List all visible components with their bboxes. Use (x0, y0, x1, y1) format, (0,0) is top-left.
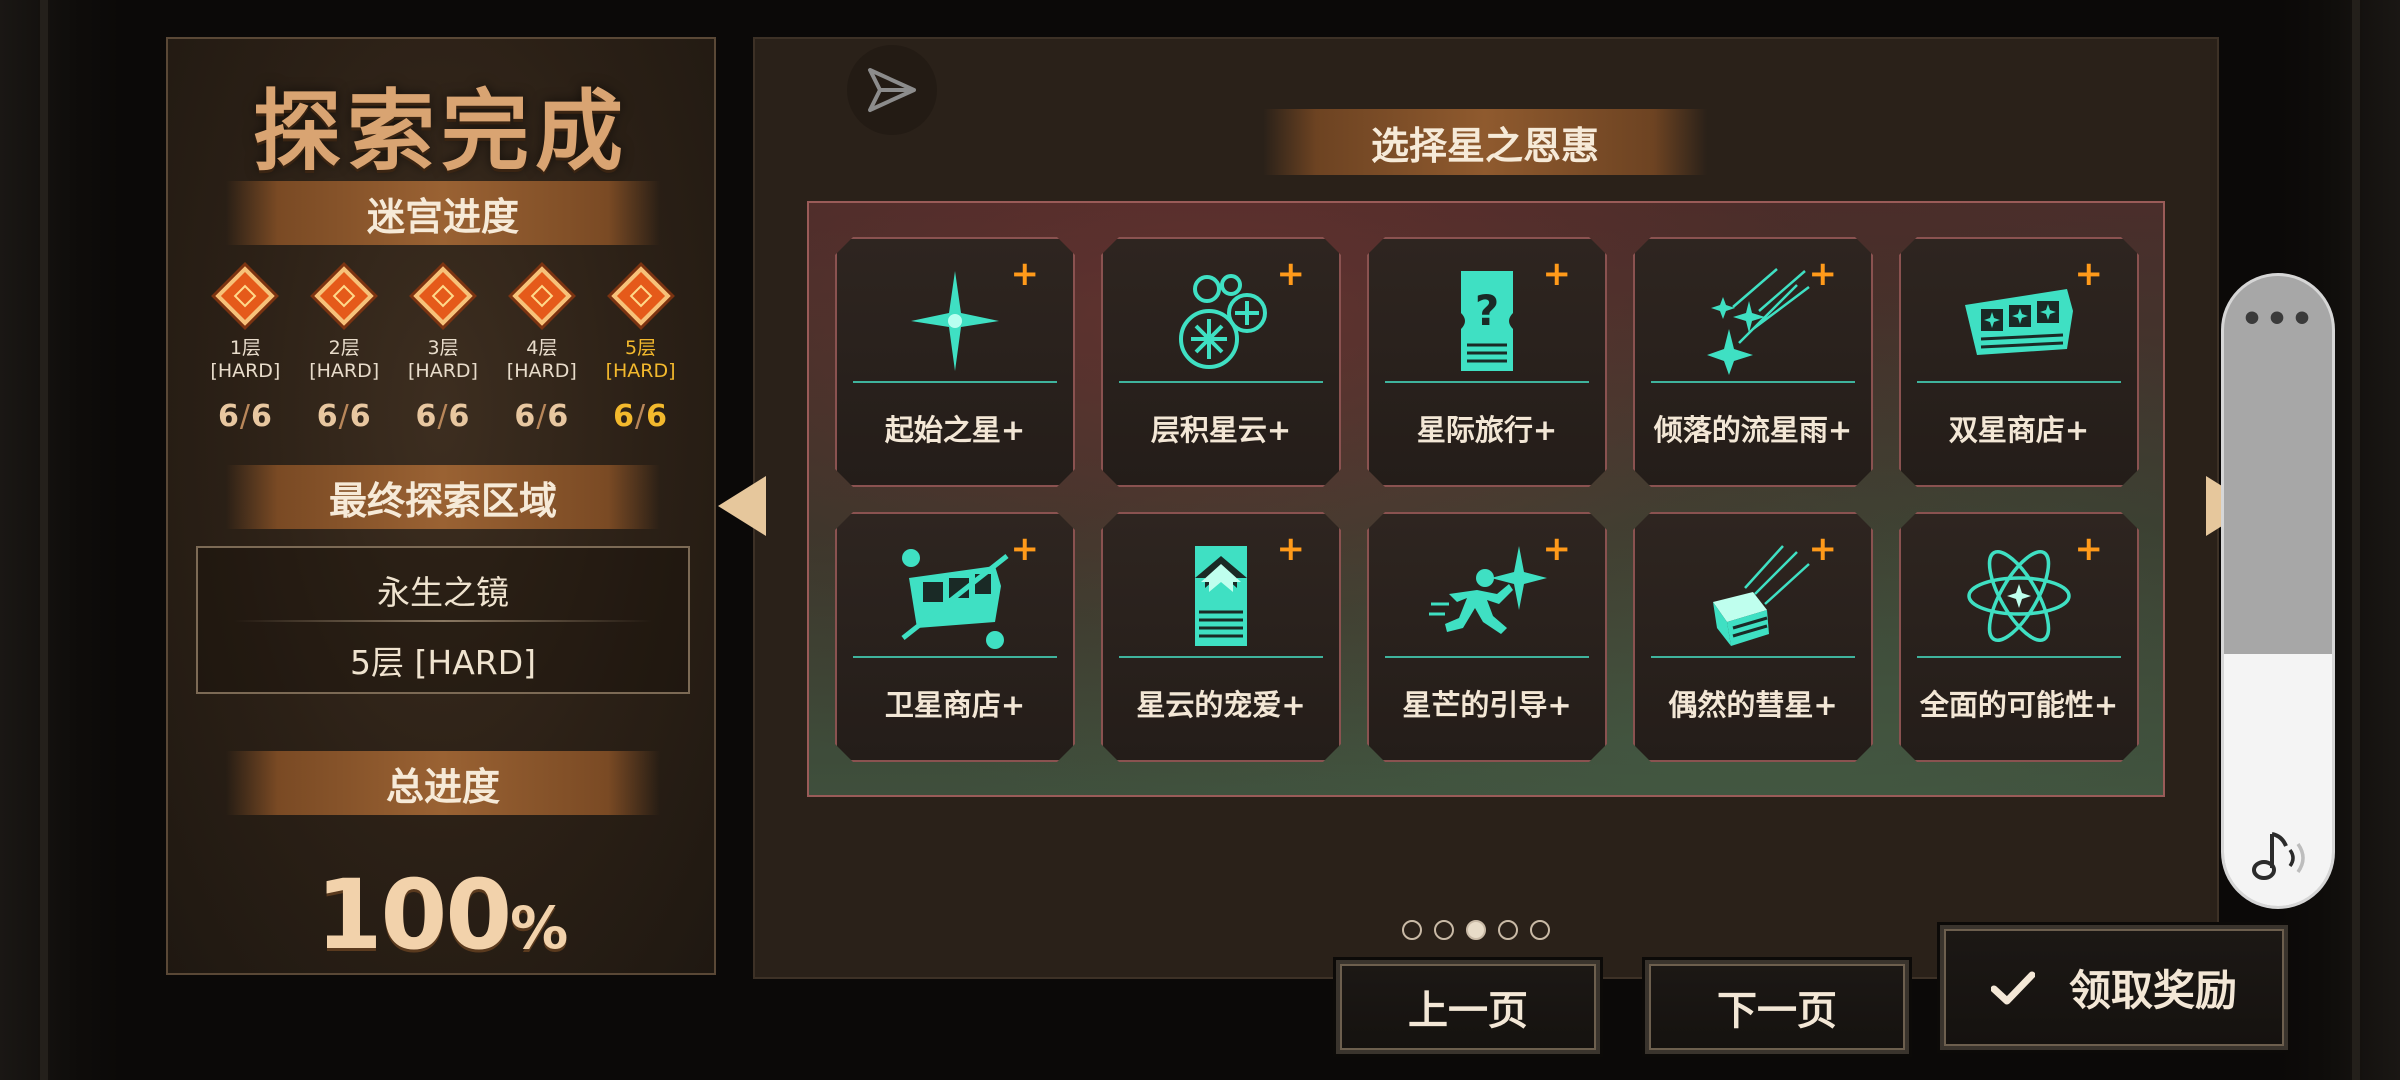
page-indicator (1402, 920, 1550, 940)
card-divider (853, 381, 1057, 383)
area-divider (234, 620, 652, 622)
panel-title: 探索完成 (252, 80, 629, 183)
blessing-card[interactable]: + 星芒的引导+ (1367, 512, 1607, 762)
running-star-icon (1427, 542, 1547, 650)
floor-badge-icon (215, 266, 276, 326)
choose-blessing-header: 选择星之恩惠 (1263, 109, 1707, 175)
floor-item: 1层 [HARD] 6/6 (200, 261, 290, 434)
floor-name: 4层 (526, 337, 558, 359)
exploration-summary-panel: 探索完成 迷宫进度 1层 [HARD] 6/6 2层 [HARD] 6/6 3层… (166, 37, 716, 975)
blessing-label: 倾落的流星雨+ (1653, 413, 1853, 447)
blessing-label: 偶然的彗星+ (1668, 688, 1838, 722)
card-divider (1119, 381, 1323, 383)
blessing-label: 星云的宠爱+ (1136, 688, 1306, 722)
floating-volume-pill[interactable]: ••• (2224, 276, 2332, 906)
blessing-card[interactable]: + 层积星云+ (1101, 237, 1341, 487)
blessing-label: 星际旅行+ (1416, 413, 1558, 447)
blessing-grid: + 起始之星+ + 层积星云+ + ? 星际旅行+ + 倾落的流星雨+ + 双星… (807, 201, 2165, 797)
blessing-card[interactable]: + 倾落的流星雨+ (1633, 237, 1873, 487)
blessing-card[interactable]: + 偶然的彗星+ (1633, 512, 1873, 762)
page-dot (1498, 920, 1518, 940)
blessing-selection-panel: 选择星之恩惠 + 起始之星+ + 层积星云+ + ? 星际旅行+ + 倾落的流星… (753, 37, 2219, 979)
sparkle-star-icon (895, 267, 1015, 375)
card-divider (1385, 656, 1589, 658)
satellite-shop-icon (895, 542, 1015, 650)
atom-orbit-icon (1959, 542, 2079, 650)
blessing-label: 层积星云+ (1150, 413, 1292, 447)
floor-name: 5层 (625, 337, 657, 359)
floor-name: 2层 (328, 337, 360, 359)
blessing-card[interactable]: + 双星商店+ (1899, 237, 2139, 487)
blessing-card[interactable]: + ? 星际旅行+ (1367, 237, 1607, 487)
meteor-shower-icon (1693, 267, 1813, 375)
music-volume-icon[interactable] (2248, 828, 2312, 884)
floor-item-current: 5层 [HARD] 6/6 (596, 261, 686, 434)
final-area-name: 永生之镜 (377, 573, 509, 612)
card-divider (853, 656, 1057, 658)
floor-badge-icon (413, 266, 473, 326)
svg-text:?: ? (1475, 286, 1499, 335)
floor-name: 1层 (229, 337, 261, 359)
prev-arrow-button[interactable] (718, 476, 766, 536)
page-dot (1402, 920, 1422, 940)
blessing-card[interactable]: + 全面的可能性+ (1899, 512, 2139, 762)
more-options-icon[interactable]: ••• (2224, 302, 2332, 338)
nebula-upgrade-icon (1161, 542, 1281, 650)
page-dot (1434, 920, 1454, 940)
floor-count: 6/6 (217, 399, 273, 434)
blessing-label: 星芒的引导+ (1402, 688, 1572, 722)
final-area-box: 永生之镜 5层 [HARD] (196, 546, 690, 694)
mystery-ticket-icon: ? (1427, 267, 1547, 375)
blessing-label: 全面的可能性+ (1919, 688, 2119, 722)
floor-badge-icon (610, 266, 671, 326)
floor-name: 3层 (427, 337, 459, 359)
final-area-floor: 5层 [HARD] (350, 643, 536, 682)
floor-badge-icon (314, 266, 374, 326)
paper-plane-icon (868, 68, 916, 112)
card-divider (1917, 656, 2121, 658)
floor-item: 4层 [HARD] 6/6 (497, 261, 587, 434)
checkmark-icon (1990, 971, 2035, 1004)
card-divider (1651, 381, 1855, 383)
comet-box-icon (1693, 542, 1813, 650)
claim-reward-label: 领取奖励 (2068, 966, 2237, 1015)
floor-list: 1层 [HARD] 6/6 2层 [HARD] 6/6 3层 [HARD] 6/… (196, 261, 690, 434)
card-divider (1385, 381, 1589, 383)
blessing-label: 双星商店+ (1948, 413, 2090, 447)
floor-count: 6/6 (415, 399, 471, 434)
page-dot (1530, 920, 1550, 940)
total-progress-value: 100% (315, 859, 569, 971)
next-page-button[interactable]: 下一页 (1645, 960, 1909, 1054)
total-progress-header: 总进度 (226, 751, 660, 815)
final-area-header: 最终探索区域 (226, 465, 660, 529)
blessing-label: 卫星商店+ (884, 688, 1026, 722)
floor-count: 6/6 (514, 399, 570, 434)
floor-count: 6/6 (316, 399, 372, 434)
floor-item: 3层 [HARD] 6/6 (398, 261, 488, 434)
blessing-card[interactable]: + 卫星商店+ (835, 512, 1075, 762)
floor-count: 6/6 (613, 399, 668, 434)
floor-difficulty: [HARD] (506, 360, 577, 382)
blessing-card[interactable]: + 星云的宠爱+ (1101, 512, 1341, 762)
share-button[interactable] (847, 45, 937, 135)
floor-item: 2层 [HARD] 6/6 (299, 261, 389, 434)
card-divider (1917, 381, 2121, 383)
floor-badge-icon (512, 266, 572, 326)
floor-difficulty: [HARD] (210, 360, 281, 382)
page-dot-active (1466, 920, 1486, 940)
floor-difficulty: [HARD] (408, 360, 478, 382)
blessing-card[interactable]: + 起始之星+ (835, 237, 1075, 487)
floor-difficulty: [HARD] (309, 360, 380, 382)
maze-progress-header: 迷宫进度 (226, 181, 660, 245)
floor-difficulty: [HARD] (605, 360, 676, 382)
frame-edge-left (0, 0, 120, 1080)
card-divider (1651, 656, 1855, 658)
star-shop-icon (1959, 267, 2079, 375)
card-divider (1119, 656, 1323, 658)
nebula-cluster-icon (1161, 267, 1281, 375)
blessing-label: 起始之星+ (884, 413, 1026, 447)
prev-page-button[interactable]: 上一页 (1336, 960, 1600, 1054)
claim-reward-button[interactable]: 领取奖励 (1940, 925, 2288, 1050)
